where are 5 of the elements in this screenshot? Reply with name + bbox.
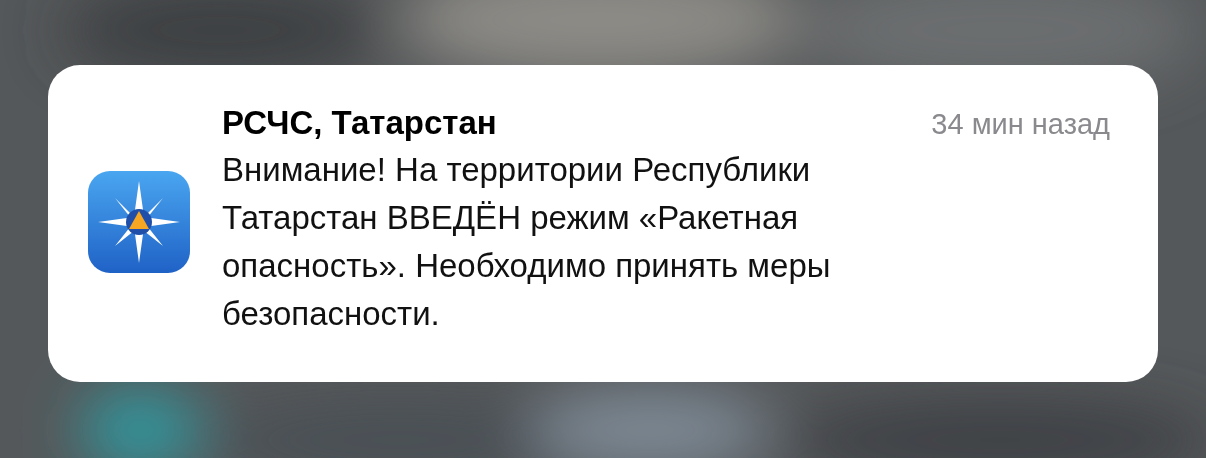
app-name: РСЧС, Татарстан <box>222 103 497 143</box>
notification-message: Внимание! На территории Республики Татарстан ВВЕДЁН режим «Ракетная опасность». Необходимо принять меры безопасности. <box>222 150 832 334</box>
star-emblem-icon <box>88 171 190 273</box>
notification-time: 34 мин назад <box>931 107 1110 142</box>
notification-card[interactable]: РСЧС, Татарстан 34 мин назад Внимание! На территории Республики Татарстан ВВЕДЁН режим «Ракетная опасность». Необходимо принять меры безопасности. <box>48 65 1158 382</box>
